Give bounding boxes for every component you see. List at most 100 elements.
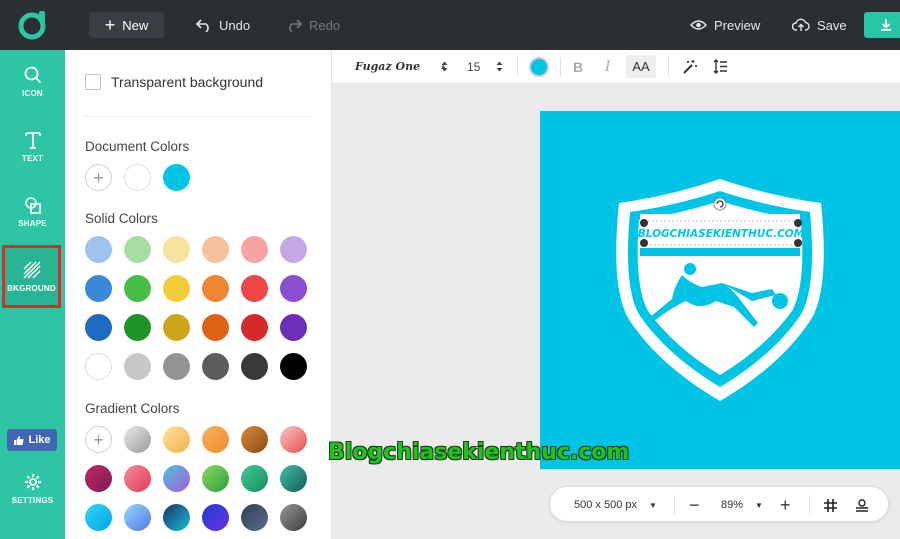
line-spacing-icon[interactable] <box>713 59 728 74</box>
rail-item-shape[interactable]: SHAPE <box>0 182 65 242</box>
rail-item-background[interactable]: BKGROUND <box>2 245 61 308</box>
like-label: Like <box>28 434 51 446</box>
grid-toggle-button[interactable] <box>824 487 837 523</box>
zoom-bar: 500 x 500 px ▼ − 89% ▼ + <box>549 486 889 522</box>
background-icon <box>22 260 41 279</box>
gradient-color-swatch[interactable] <box>163 465 190 492</box>
gradient-color-swatch[interactable] <box>124 465 151 492</box>
solid-color-swatch[interactable] <box>202 314 229 341</box>
gradient-color-swatch[interactable] <box>280 465 307 492</box>
gradient-color-swatch[interactable] <box>280 504 307 531</box>
gradient-color-swatch[interactable] <box>163 426 190 453</box>
solid-color-swatch[interactable] <box>124 314 151 341</box>
gradient-color-swatch[interactable] <box>124 426 151 453</box>
solid-color-swatch[interactable] <box>241 236 268 263</box>
cloud-upload-icon <box>792 18 810 31</box>
gradient-color-swatch[interactable] <box>241 465 268 492</box>
gradient-color-swatch[interactable] <box>202 426 229 453</box>
redo-button[interactable]: Redo <box>286 12 340 38</box>
minus-icon: − <box>689 494 700 515</box>
font-size-arrows-icon[interactable] <box>496 60 503 73</box>
facebook-like-button[interactable]: Like <box>7 429 57 451</box>
gradient-color-swatch[interactable] <box>163 504 190 531</box>
background-panel: Transparent background Document Colors +… <box>65 50 332 539</box>
gradient-color-swatch[interactable] <box>85 465 112 492</box>
download-button[interactable] <box>864 12 900 38</box>
solid-color-swatch[interactable] <box>280 236 307 263</box>
solid-color-swatch[interactable] <box>280 314 307 341</box>
solid-color-swatch[interactable] <box>202 353 229 380</box>
solid-color-swatch[interactable] <box>85 314 112 341</box>
plus-icon: + <box>93 429 104 450</box>
divider <box>560 57 561 77</box>
rail-item-text[interactable]: TEXT <box>0 117 65 177</box>
text-color-picker[interactable] <box>529 57 549 77</box>
solid-color-swatch[interactable] <box>241 353 268 380</box>
app-logo[interactable] <box>16 9 48 41</box>
gradient-color-swatch[interactable] <box>202 504 229 531</box>
solid-color-swatch[interactable] <box>163 314 190 341</box>
gradient-color-swatch[interactable] <box>241 426 268 453</box>
gradient-color-swatch[interactable] <box>280 426 307 453</box>
rail-item-background-label: BKGROUND <box>7 283 56 293</box>
solid-color-swatch[interactable] <box>280 275 307 302</box>
solid-color-swatch[interactable] <box>202 275 229 302</box>
solid-color-swatch[interactable] <box>163 275 190 302</box>
zoom-level-select[interactable]: 89% ▼ <box>721 487 763 523</box>
design-canvas[interactable]: BLOGCHIASEKIENTHUC.COM <box>540 111 900 469</box>
text-toolbar: Fugaz One ▴ 15 B I AA <box>332 50 900 84</box>
solid-color-swatch[interactable] <box>163 353 190 380</box>
solid-color-swatch[interactable] <box>124 275 151 302</box>
undo-button[interactable]: Undo <box>196 12 250 38</box>
save-button[interactable]: Save <box>792 12 847 38</box>
add-gradient-button[interactable]: + <box>85 426 112 453</box>
chevron-down-icon: ▼ <box>649 500 657 510</box>
align-bottom-button[interactable] <box>855 487 869 523</box>
search-icon <box>24 66 41 84</box>
font-select-arrows-icon[interactable] <box>441 60 448 73</box>
solid-color-swatch[interactable] <box>85 236 112 263</box>
magic-wand-icon[interactable] <box>682 59 698 75</box>
document-color-swatch[interactable] <box>163 164 190 191</box>
solid-color-swatch[interactable] <box>85 353 112 380</box>
gradient-color-swatch[interactable] <box>124 504 151 531</box>
add-document-color-button[interactable]: + <box>85 164 112 191</box>
transparent-background-checkbox[interactable] <box>85 74 101 90</box>
bold-button[interactable]: B <box>573 59 583 75</box>
solid-color-swatch[interactable] <box>280 353 307 380</box>
shape-icon <box>24 197 41 214</box>
text-case-button[interactable]: AA <box>626 55 656 78</box>
divider <box>668 57 669 77</box>
font-size-input[interactable]: 15 <box>467 60 480 74</box>
solid-color-swatch[interactable] <box>85 275 112 302</box>
font-family-select[interactable]: Fugaz One <box>355 60 420 73</box>
solid-color-swatch[interactable] <box>124 353 151 380</box>
rail-item-settings[interactable]: SETTINGS <box>0 459 65 519</box>
document-color-swatch[interactable] <box>124 164 151 191</box>
solid-color-swatch[interactable] <box>202 236 229 263</box>
save-button-label: Save <box>817 17 847 33</box>
zoom-out-button[interactable]: − <box>689 487 700 523</box>
zoom-in-button[interactable]: + <box>780 487 791 523</box>
canvas-size-select[interactable]: 500 x 500 px ▼ <box>574 487 657 523</box>
gradient-color-swatch[interactable] <box>202 465 229 492</box>
new-button[interactable]: + New <box>89 12 164 38</box>
preview-button[interactable]: Preview <box>690 12 760 38</box>
badge-text[interactable]: BLOGCHIASEKIENTHUC.COM <box>638 228 805 240</box>
new-button-label: New <box>122 17 149 33</box>
transparent-background-option[interactable]: Transparent background <box>85 74 263 90</box>
gradient-colors-title: Gradient Colors <box>85 401 180 416</box>
italic-button[interactable]: I <box>605 59 611 75</box>
plus-icon: + <box>780 494 791 515</box>
gradient-color-swatch[interactable] <box>241 504 268 531</box>
left-rail: ICON TEXT SHAPE BKGROUND Like SETTINGS <box>0 50 65 539</box>
solid-color-swatch[interactable] <box>241 314 268 341</box>
solid-color-swatch[interactable] <box>163 236 190 263</box>
solid-color-swatch[interactable] <box>124 236 151 263</box>
gradient-color-swatch[interactable] <box>85 504 112 531</box>
plus-icon: + <box>104 15 116 35</box>
transparent-background-label: Transparent background <box>111 74 264 90</box>
rail-item-icon[interactable]: ICON <box>0 52 65 112</box>
solid-color-swatch[interactable] <box>241 275 268 302</box>
shield-logo-graphic[interactable]: BLOGCHIASEKIENTHUC.COM <box>540 111 900 469</box>
